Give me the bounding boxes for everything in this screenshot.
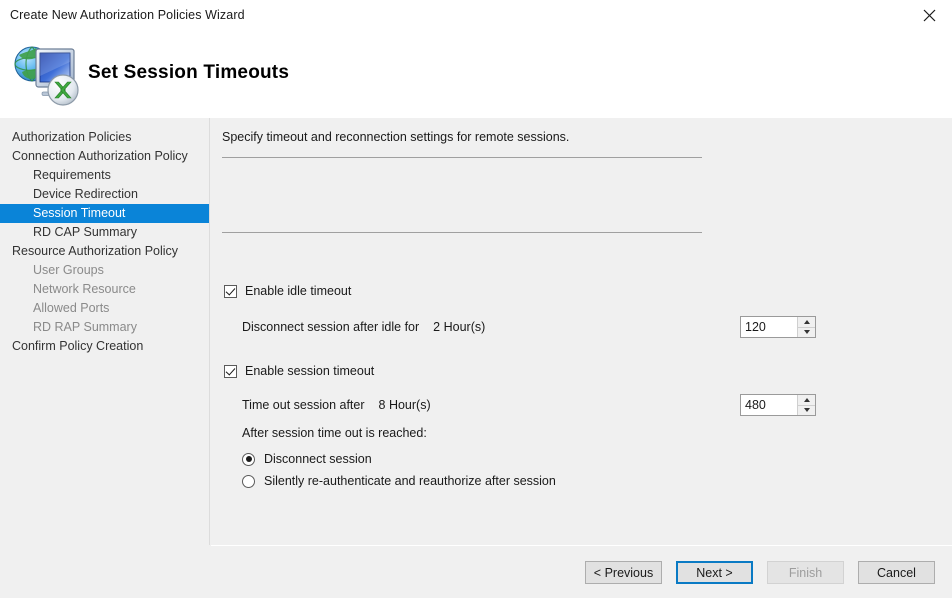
sidebar-item-rd-cap-summary[interactable]: RD CAP Summary (0, 223, 209, 242)
sidebar-item-rd-rap-summary[interactable]: RD RAP Summary (0, 318, 209, 337)
section-divider-middle (222, 232, 702, 233)
chevron-up-icon (804, 398, 810, 402)
footer-buttons-group: < Previous Next > Finish Cancel (585, 561, 935, 584)
enable-session-timeout-checkbox-row[interactable]: Enable session timeout (224, 364, 374, 378)
wizard-steps-sidebar: Authorization Policies Connection Author… (0, 118, 210, 545)
sidebar-item-connection-authorization-policy[interactable]: Connection Authorization Policy (0, 147, 209, 166)
chevron-down-icon (804, 330, 810, 334)
session-timeout-spinner-buttons[interactable] (797, 395, 815, 415)
session-timeout-hours-text: 8 Hour(s) (379, 398, 431, 412)
remote-desktop-globe-monitor-icon (10, 36, 82, 108)
body-area: Authorization Policies Connection Author… (0, 118, 952, 598)
radio-option-silently-reauthenticate[interactable]: Silently re-authenticate and reauthorize… (242, 474, 556, 488)
next-button[interactable]: Next > (676, 561, 753, 584)
session-timeout-increment-button[interactable] (798, 395, 815, 406)
session-timeout-input[interactable] (741, 395, 797, 415)
silently-reauthenticate-radio[interactable] (242, 475, 255, 488)
sidebar-item-user-groups[interactable]: User Groups (0, 261, 209, 280)
sidebar-item-network-resource[interactable]: Network Resource (0, 280, 209, 299)
session-timeout-decrement-button[interactable] (798, 406, 815, 416)
chevron-down-icon (804, 408, 810, 412)
close-icon (923, 9, 936, 22)
sidebar-item-allowed-ports[interactable]: Allowed Ports (0, 299, 209, 318)
idle-timeout-decrement-button[interactable] (798, 328, 815, 338)
enable-idle-timeout-checkbox-row[interactable]: Enable idle timeout (224, 284, 351, 298)
idle-timeout-value-label: Disconnect session after idle for (242, 320, 419, 334)
silently-reauthenticate-label: Silently re-authenticate and reauthorize… (264, 474, 556, 488)
idle-timeout-spinner-buttons[interactable] (797, 317, 815, 337)
idle-timeout-increment-button[interactable] (798, 317, 815, 328)
window-title: Create New Authorization Policies Wizard (10, 8, 245, 22)
enable-session-timeout-checkbox[interactable] (224, 365, 237, 378)
idle-timeout-hours-text: 2 Hour(s) (433, 320, 485, 334)
close-button[interactable] (907, 0, 952, 30)
session-timeout-value-label: Time out session after (242, 398, 365, 412)
sidebar-item-device-redirection[interactable]: Device Redirection (0, 185, 209, 204)
sidebar-item-requirements[interactable]: Requirements (0, 166, 209, 185)
enable-session-timeout-label: Enable session timeout (245, 364, 374, 378)
previous-button[interactable]: < Previous (585, 561, 662, 584)
idle-timeout-input[interactable] (741, 317, 797, 337)
finish-button: Finish (767, 561, 844, 584)
idle-timeout-spinner[interactable] (740, 316, 816, 338)
content-panel: Specify timeout and reconnection setting… (211, 118, 952, 545)
wizard-steps-list: Authorization Policies Connection Author… (0, 118, 209, 356)
disconnect-session-radio[interactable] (242, 453, 255, 466)
footer-button-bar: < Previous Next > Finish Cancel (0, 546, 952, 598)
sidebar-item-confirm-policy-creation[interactable]: Confirm Policy Creation (0, 337, 209, 356)
page-title: Set Session Timeouts (88, 62, 289, 84)
disconnect-session-label: Disconnect session (264, 452, 372, 466)
title-bar: Create New Authorization Policies Wizard (0, 0, 952, 31)
chevron-up-icon (804, 320, 810, 324)
cancel-button[interactable]: Cancel (858, 561, 935, 584)
section-divider-top (222, 157, 702, 158)
session-timeout-value-row: Time out session after 8 Hour(s) (242, 394, 431, 416)
sidebar-item-authorization-policies[interactable]: Authorization Policies (0, 128, 209, 147)
idle-timeout-value-row: Disconnect session after idle for 2 Hour… (242, 316, 485, 338)
session-timeout-spinner[interactable] (740, 394, 816, 416)
enable-idle-timeout-checkbox[interactable] (224, 285, 237, 298)
after-timeout-heading: After session time out is reached: (242, 426, 427, 440)
content-intro-text: Specify timeout and reconnection setting… (222, 130, 569, 144)
enable-idle-timeout-label: Enable idle timeout (245, 284, 351, 298)
header-banner: Set Session Timeouts (0, 30, 952, 118)
wizard-window: Create New Authorization Policies Wizard (0, 0, 952, 598)
sidebar-item-session-timeout[interactable]: Session Timeout (0, 204, 209, 223)
sidebar-item-resource-authorization-policy[interactable]: Resource Authorization Policy (0, 242, 209, 261)
radio-option-disconnect-session[interactable]: Disconnect session (242, 452, 372, 466)
